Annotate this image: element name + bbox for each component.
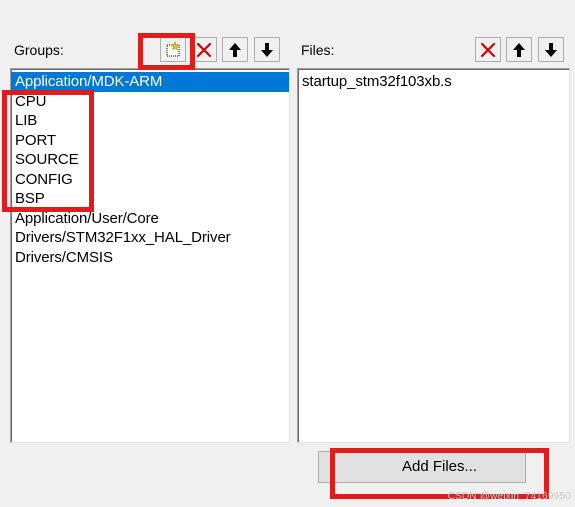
- delete-file-button[interactable]: [475, 37, 501, 62]
- groups-list-items: Application/MDK-ARM CPU LIB PORT SOURCE CONFI…: [11, 69, 289, 267]
- group-list-item[interactable]: Application/User/Core: [11, 209, 289, 229]
- group-list-item[interactable]: SOURCE: [11, 150, 289, 170]
- delete-group-button[interactable]: [191, 37, 217, 62]
- move-file-down-button[interactable]: [538, 37, 564, 62]
- group-list-item[interactable]: Drivers/STM32F1xx_HAL_Driver: [11, 228, 289, 248]
- delete-icon: [195, 41, 213, 59]
- watermark: CSDN @weixin_74169950: [447, 491, 571, 502]
- move-group-up-button[interactable]: [222, 37, 248, 62]
- group-list-item[interactable]: PORT: [11, 131, 289, 151]
- move-group-down-button[interactable]: [254, 37, 280, 62]
- files-header: Files:: [297, 36, 570, 64]
- top-strip: [0, 0, 575, 34]
- files-list[interactable]: startup_stm32f103xb.s: [297, 68, 570, 443]
- new-group-icon: [164, 40, 182, 59]
- group-list-item[interactable]: Application/MDK-ARM: [11, 72, 289, 92]
- new-group-button[interactable]: [160, 37, 186, 62]
- groups-list[interactable]: Application/MDK-ARM CPU LIB PORT SOURCE CONFI…: [10, 68, 290, 443]
- delete-icon: [479, 41, 497, 59]
- groups-label: Groups:: [14, 42, 64, 58]
- group-list-item[interactable]: CONFIG: [11, 170, 289, 190]
- files-list-items: startup_stm32f103xb.s: [298, 69, 569, 92]
- group-list-item[interactable]: Drivers/CMSIS: [11, 248, 289, 268]
- groups-header: Groups:: [10, 36, 290, 64]
- group-list-item[interactable]: LIB: [11, 111, 289, 131]
- group-list-item[interactable]: CPU: [11, 92, 289, 112]
- arrow-up-icon: [511, 42, 527, 58]
- group-list-item[interactable]: BSP: [11, 189, 289, 209]
- arrow-down-icon: [543, 42, 559, 58]
- add-files-button[interactable]: Add Files...: [318, 451, 526, 483]
- move-file-up-button[interactable]: [506, 37, 532, 62]
- arrow-down-icon: [259, 42, 275, 58]
- arrow-up-icon: [227, 42, 243, 58]
- file-list-item[interactable]: startup_stm32f103xb.s: [298, 72, 569, 92]
- files-label: Files:: [301, 42, 335, 58]
